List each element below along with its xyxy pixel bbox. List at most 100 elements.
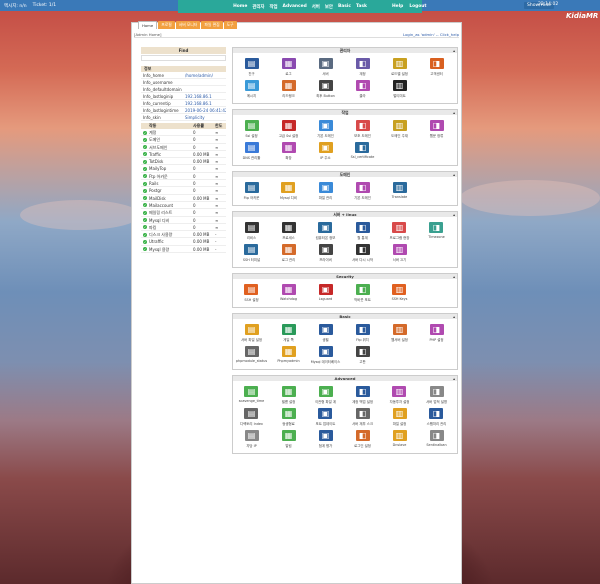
panel-toggle-icon[interactable]: ▴ <box>453 172 455 177</box>
panel-item[interactable]: ▦ 프로세스 <box>281 220 296 242</box>
panel-item[interactable]: ▣ 서버 <box>318 56 333 78</box>
panel-item[interactable]: ▥ SSH Keys <box>392 282 407 304</box>
panel-item[interactable]: ◨ 웹문 정류 <box>429 118 444 140</box>
panel-item[interactable]: ▣ 파일 관리 <box>318 180 333 202</box>
panel-item[interactable]: ▤ 자당 IP <box>244 428 259 450</box>
panel-item[interactable]: ◧ 서버 재부 스크 <box>352 406 373 428</box>
help-link[interactable]: Help <box>392 4 403 9</box>
panel-item[interactable]: ▤ 친구 <box>244 56 259 78</box>
service-usage: 0 <box>193 202 196 208</box>
panel-item[interactable]: ◧ 계정 백업 설정 <box>352 384 373 406</box>
panel-item[interactable]: ▦ 확장 <box>281 140 296 162</box>
panel-toggle-icon[interactable]: ▴ <box>453 376 455 381</box>
nav-item[interactable]: 서버 <box>312 4 320 10</box>
panel-item[interactable]: ▤ 서버 파일 설정 <box>241 322 262 344</box>
panel-item[interactable]: ▤ phpmodule_status <box>236 344 267 366</box>
nav-item[interactable]: Advanced <box>283 4 307 9</box>
panel-item[interactable]: ◧ 클라 <box>355 78 370 100</box>
panel-item[interactable]: ▣ 기본 도메인 <box>317 118 334 140</box>
panel-item[interactable]: ▦ 리드랭크 <box>281 78 296 100</box>
panel-item[interactable]: ◧ 기본 도메인 <box>354 180 371 202</box>
nav-item[interactable]: Basic <box>338 4 351 9</box>
panel-item[interactable]: ◧ Ftp 위치 <box>355 322 370 344</box>
find-input[interactable] <box>141 55 226 61</box>
panel-item[interactable]: ▣ 프라이버 <box>318 242 333 264</box>
panel-item[interactable]: ▣ 첨계 평가 <box>318 428 333 450</box>
panel-item[interactable]: ▥ Translate <box>392 180 407 202</box>
ticket-counter[interactable]: Ticket: 1/1 <box>33 3 57 9</box>
panel-item[interactable]: ◨ PHP 설정 <box>429 322 444 344</box>
panel-item[interactable]: ▤ Ssl 설정 <box>244 118 259 140</box>
panel-item[interactable]: ▥ 멀티미트 <box>392 78 407 100</box>
panel-item[interactable]: ▥ 프로그램 현장 <box>390 220 409 242</box>
panel-item[interactable]: ▦ 게일 쪽 <box>281 322 296 344</box>
nav-item[interactable]: 관리자 <box>252 4 264 10</box>
panel-item[interactable]: ▣ 포트 업데이트 <box>316 406 335 428</box>
panel-item[interactable]: ◨ Sentinalban <box>426 428 447 450</box>
panel-item[interactable]: ▣ 생필 <box>318 322 333 344</box>
panel-item[interactable]: ▤ Ftp 어카운 <box>244 180 259 202</box>
tab-item[interactable]: 도구 <box>223 21 237 29</box>
panel-item[interactable]: ▣ 컴퓨터온 정보 <box>316 220 335 242</box>
panel-item[interactable]: ▤ 리비스 <box>244 220 259 242</box>
panel-item[interactable]: ◧ 보조 도메인 <box>354 118 371 140</box>
panel-toggle-icon[interactable]: ▴ <box>453 274 455 279</box>
service-name: Mysql 디비 <box>149 217 170 223</box>
panel-item[interactable]: ▦ 쌍생형료 <box>281 406 296 428</box>
panel-item[interactable]: ▦ 필름 설정 <box>281 384 296 406</box>
panel-item[interactable]: ▦ 알림 <box>281 428 296 450</box>
panel-item[interactable]: ◨ 서버 업적 설명 <box>426 384 447 406</box>
panel-item[interactable]: ▥ 파일 설정 <box>392 406 407 428</box>
panel-item[interactable]: ▦ Watchdog <box>280 282 297 304</box>
nav-item[interactable]: 작업 <box>269 4 277 10</box>
panel-item[interactable]: ◨ 고객센터 <box>429 56 444 78</box>
panel-item[interactable]: ▦ Mysql 디비 <box>280 180 297 202</box>
panel-item[interactable]: ▥ 로드밸 설정 <box>391 56 408 78</box>
panel-item[interactable]: ▣ 이관형 파일 계 <box>315 384 336 406</box>
panel-item[interactable]: ◨ 스팸처리 관리 <box>427 406 446 428</box>
nav-item[interactable]: 보안 <box>325 4 333 10</box>
panel-item[interactable]: ▦ Phpmyadmin <box>277 344 300 366</box>
panel-toggle-icon[interactable]: ▴ <box>453 314 455 319</box>
panel-item[interactable]: ▦ 고급 Ssl 설정 <box>279 118 298 140</box>
panel-item[interactable]: ▣ Lsguard <box>318 282 333 304</box>
panel-item[interactable]: ▥ 도메인 주재 <box>391 118 408 140</box>
nav-item[interactable]: Home <box>233 4 247 9</box>
panel-toggle-icon[interactable]: ▴ <box>453 48 455 53</box>
panel-item[interactable]: ◧ 막바웃 포트 <box>354 282 371 304</box>
panel-item[interactable]: ▣ IP 주소 <box>318 140 333 162</box>
tab-item[interactable]: 프로필 <box>158 21 175 29</box>
panel-item[interactable]: ◧ 월 통계 <box>355 220 370 242</box>
panel-item-label: SSH 설정 <box>244 298 259 302</box>
panel-item[interactable]: ▤ SSH 설정 <box>244 282 259 304</box>
panel-item[interactable]: ▣ Mysql 데이터베이스 <box>311 344 340 366</box>
panel-item[interactable]: ▥ 웹서버 설정 <box>391 322 408 344</box>
panel-item[interactable]: ▤ SSH 터미널 <box>243 242 260 264</box>
panel-item[interactable]: ▥ 서버 끄기 <box>392 242 407 264</box>
service-usage: 0.00 MB <box>193 232 210 238</box>
panel-toggle-icon[interactable]: ▴ <box>453 110 455 115</box>
tab-item[interactable]: 서버 모니터 <box>175 21 201 29</box>
panel-item[interactable]: ◧ 서버 다시 시작 <box>352 242 373 264</box>
messages-counter[interactable]: 엑시지: n/n <box>4 3 27 9</box>
tab-item[interactable]: 파일 편집 <box>201 21 223 29</box>
login-help-link[interactable]: Login_as 'admin' -- Click_help <box>403 32 459 37</box>
panel-item[interactable]: ▤ DNS 관리툴 <box>243 140 260 162</box>
panel-item[interactable]: ◧ 계정 <box>355 56 370 78</box>
panel-toggle-icon[interactable]: ▴ <box>453 212 455 217</box>
panel-item[interactable]: ▤ scavenge_time <box>239 384 264 406</box>
logout-link[interactable]: Logout <box>409 4 426 9</box>
panel-item[interactable]: ◧ 로그인 설정 <box>354 428 371 450</box>
panel-item[interactable]: ◨ Timezone <box>428 220 445 242</box>
panel-item[interactable]: ▤ 메시지 <box>244 78 259 100</box>
panel-item[interactable]: ▦ 로그 <box>281 56 296 78</box>
panel-item[interactable]: ◧ Ssl_certificate <box>351 140 374 162</box>
panel-item[interactable]: ▦ 로그 관리 <box>281 242 296 264</box>
panel-item[interactable]: ▥ Dnslave <box>392 428 407 450</box>
nav-item[interactable]: Task <box>356 4 367 9</box>
panel-item[interactable]: ◧ 고판 <box>355 344 370 366</box>
panel-item[interactable]: ▥ 자동투자 설정 <box>390 384 409 406</box>
tab-item[interactable]: Home <box>138 21 158 29</box>
panel-item[interactable]: ▣ 최후 Button <box>316 78 335 100</box>
panel-item[interactable]: ▤ 디렉토리 Index <box>240 406 263 428</box>
